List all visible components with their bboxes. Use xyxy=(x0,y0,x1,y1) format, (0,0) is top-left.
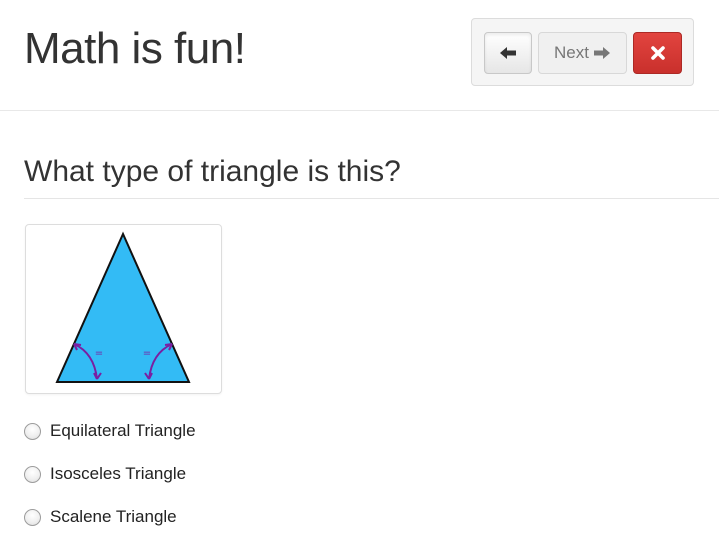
back-button[interactable] xyxy=(484,32,532,74)
page-title: Math is fun! xyxy=(24,24,246,73)
option-scalene[interactable]: Scalene Triangle xyxy=(24,505,177,529)
isosceles-triangle-icon: = = xyxy=(55,231,191,383)
option-label: Equilateral Triangle xyxy=(50,421,196,440)
option-equilateral[interactable]: Equilateral Triangle xyxy=(24,419,196,443)
triangle-image: = = xyxy=(25,224,222,394)
next-button[interactable]: Next xyxy=(538,32,627,74)
arrow-left-icon xyxy=(500,47,516,59)
page: Math is fun! Next What type of triangle … xyxy=(0,0,719,543)
angle-mark-right: = xyxy=(143,348,151,359)
close-button[interactable] xyxy=(633,32,682,74)
option-label: Isosceles Triangle xyxy=(50,464,187,483)
option-label: Scalene Triangle xyxy=(50,507,177,526)
radio-button[interactable] xyxy=(24,465,41,483)
question-title: What type of triangle is this? xyxy=(24,155,401,188)
next-button-label: Next xyxy=(554,43,589,62)
arrow-right-icon xyxy=(593,47,610,59)
option-isosceles[interactable]: Isosceles Triangle xyxy=(24,462,186,486)
close-icon xyxy=(650,46,665,60)
header: Math is fun! Next xyxy=(0,0,719,111)
radio-button[interactable] xyxy=(24,422,41,440)
radio-button[interactable] xyxy=(24,508,41,526)
navigation-toolbar: Next xyxy=(471,18,694,86)
divider xyxy=(24,198,719,199)
angle-mark-left: = xyxy=(95,348,103,359)
